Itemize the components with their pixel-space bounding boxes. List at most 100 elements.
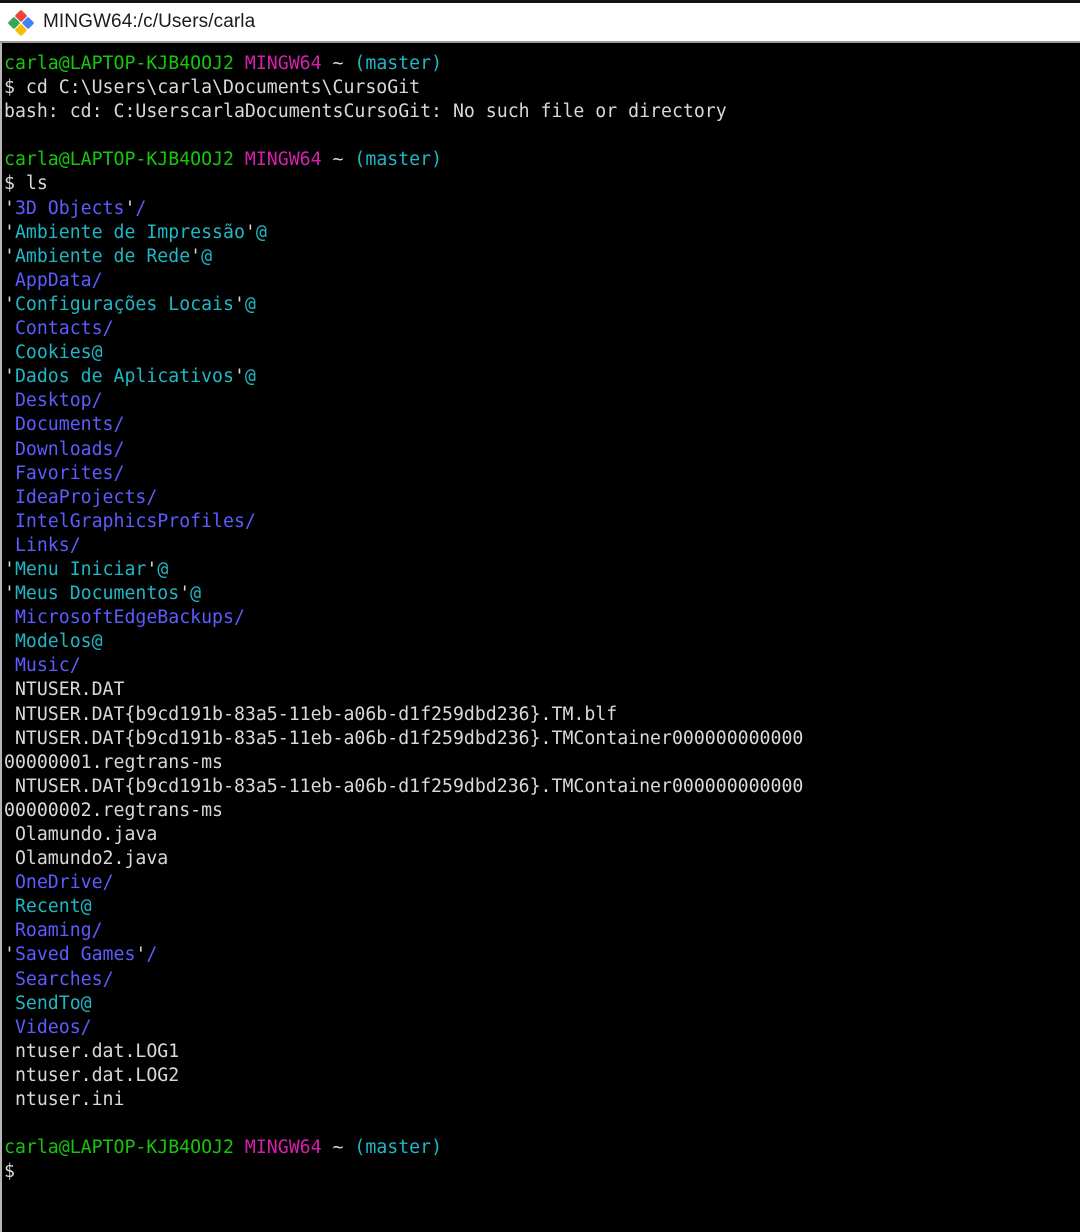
ls-entry-text: Documents (14, 414, 114, 436)
ls-entry-text: Ambiente de Impressão (14, 221, 245, 243)
ls-entry-line: Olamundo2.java (4, 847, 1080, 871)
ls-entry-text: MicrosoftEdgeBackups (14, 607, 234, 629)
ls-entry-line: 'Configurações Locais'@ (4, 293, 1080, 317)
ls-entry-text: Menu Iniciar (14, 558, 147, 580)
ls-entry-text: Downloads (14, 438, 114, 460)
ls-entry-text (4, 414, 15, 435)
ls-entry-line: 'Ambiente de Impressão'@ (4, 221, 1080, 245)
command-text: $ ls (4, 173, 48, 195)
ls-entry-text (4, 679, 15, 700)
ls-entry-text: AppData (14, 269, 92, 291)
ls-entry-text (4, 1017, 15, 1038)
ls-entry-text (4, 439, 15, 460)
ls-entry-text: / (135, 197, 147, 219)
ls-entry-text: 3D Objects (14, 197, 125, 219)
ls-entry-text: @ (244, 366, 256, 388)
ls-entry-text (4, 655, 15, 676)
ls-entry-line: Videos/ (4, 1016, 1080, 1040)
ls-entry-text: / (102, 872, 114, 894)
ls-entry-text (4, 535, 15, 556)
ls-entry-line: Favorites/ (4, 462, 1080, 486)
ls-entry-text: / (69, 655, 81, 677)
ls-entry-text (4, 704, 15, 725)
ls-entry-text (4, 824, 15, 845)
output-text: bash: cd: C:UserscarlaDocumentsCursoGit:… (4, 101, 727, 123)
ls-entry-text: / (146, 944, 158, 966)
ls-entry-text: Desktop (14, 390, 92, 412)
ls-entry-text: Olamundo2.java (14, 848, 169, 870)
ls-entry-text: Favorites (14, 462, 114, 484)
ls-entry-line: 'Menu Iniciar'@ (4, 558, 1080, 582)
ls-entry-text: Saved Games (14, 944, 136, 966)
ls-entry-text: ' (233, 366, 245, 388)
window-titlebar[interactable]: MINGW64:/c/Users/carla (0, 0, 1080, 43)
command-text: $ (4, 1161, 15, 1183)
ls-entry-text (4, 318, 15, 339)
ls-entry-text: IntelGraphicsProfiles (14, 510, 245, 532)
ls-entry-text (4, 463, 15, 484)
window-title-text: MINGW64:/c/Users/carla (43, 11, 256, 32)
ls-entry-text: ' (4, 558, 15, 580)
ls-entry-line: Documents/ (4, 413, 1080, 437)
ls-entry-text (4, 390, 15, 411)
command-text: $ cd C:\Users\carla\Documents\CursoGit (4, 77, 421, 99)
ls-entry-text: ' (4, 366, 15, 388)
command-line: $ (4, 1160, 1080, 1184)
ls-entry-line: ntuser.dat.LOG1 (4, 1040, 1080, 1064)
ls-entry-text: Links (14, 534, 70, 556)
ls-entry-text: ' (124, 197, 136, 219)
ls-entry-text: / (91, 269, 103, 291)
ls-entry-text: / (233, 607, 245, 629)
ls-entry-text: Modelos (14, 631, 92, 653)
ls-entry-text: ' (244, 221, 256, 243)
ls-entry-text (4, 969, 15, 990)
prompt-user-host: carla@LAPTOP-KJB4OOJ2 (4, 1137, 234, 1159)
ls-entry-text: ' (190, 245, 202, 267)
ls-entry-text (4, 631, 15, 652)
terminal-output-area[interactable]: carla@LAPTOP-KJB4OOJ2 MINGW64 ~ (master)… (0, 43, 1080, 1232)
ls-entry-line: 'Meus Documentos'@ (4, 582, 1080, 606)
ls-entry-text: / (91, 390, 103, 412)
ls-entry-text (4, 487, 15, 508)
prompt-git-branch: (master) (354, 53, 443, 74)
ls-entry-text: ntuser.dat.LOG2 (14, 1064, 180, 1086)
ls-entry-text: @ (244, 293, 256, 315)
ls-entry-text (4, 896, 15, 917)
ls-entry-text: @ (80, 992, 92, 1014)
ls-entry-text: Cookies (14, 342, 92, 364)
ls-entry-text: OneDrive (14, 872, 103, 894)
ls-entry-text: SendTo (14, 992, 81, 1014)
ls-entry-line-wrap: 00000002.regtrans-ms (4, 799, 1080, 823)
ls-entry-text: / (113, 438, 125, 460)
ls-entry-text (4, 872, 15, 893)
prompt-git-branch: (master) (354, 1137, 443, 1159)
ls-entry-line: IdeaProjects/ (4, 486, 1080, 510)
ls-entry-line: Contacts/ (4, 317, 1080, 341)
ls-entry-text (4, 993, 15, 1014)
prompt-git-branch: (master) (354, 149, 443, 171)
ls-entry-line: Searches/ (4, 968, 1080, 992)
ls-entry-text: @ (255, 221, 267, 243)
ls-entry-text (4, 1041, 15, 1062)
ls-entry-line: NTUSER.DAT{b9cd191b-83a5-11eb-a06b-d1f25… (4, 703, 1080, 727)
command-line: $ cd C:\Users\carla\Documents\CursoGit (4, 76, 1080, 100)
ls-entry-text: ' (135, 944, 147, 966)
ls-entry-line: NTUSER.DAT{b9cd191b-83a5-11eb-a06b-d1f25… (4, 727, 1080, 751)
ls-entry-text: Olamundo.java (14, 824, 158, 845)
ls-entry-text (4, 1089, 15, 1110)
ls-entry-line: Music/ (4, 654, 1080, 678)
ls-entry-text: @ (190, 583, 202, 605)
ls-entry-text: ntuser.dat.LOG1 (14, 1040, 180, 1062)
ls-entry-text: ' (4, 944, 15, 966)
terminal-screen: carla@LAPTOP-KJB4OOJ2 MINGW64 ~ (master)… (2, 52, 1080, 1184)
ls-entry-line: Olamundo.java (4, 823, 1080, 847)
ls-entry-text: @ (80, 896, 92, 918)
ls-entry-text: ' (4, 221, 15, 243)
ls-entry-text: NTUSER.DAT{b9cd191b-83a5-11eb-a06b-d1f25… (14, 703, 618, 725)
ls-entry-text: / (113, 414, 125, 436)
ls-entry-text: / (244, 510, 256, 532)
